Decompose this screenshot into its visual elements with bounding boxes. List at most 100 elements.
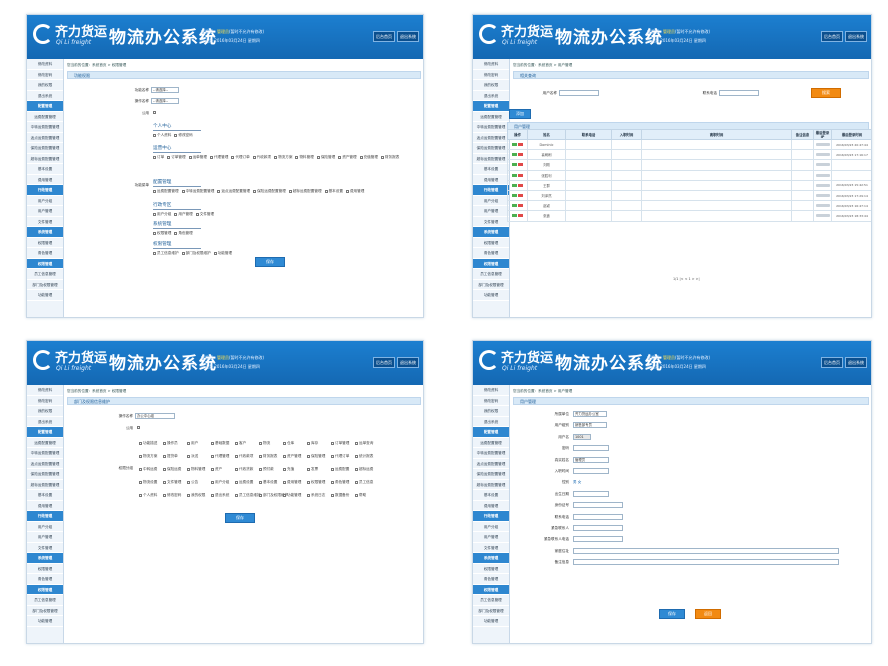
perm-checkbox[interactable] <box>163 493 166 497</box>
exit-button[interactable]: 退出系统 <box>397 357 419 368</box>
menu-item-checkbox[interactable] <box>181 189 185 193</box>
perm-checkbox[interactable] <box>307 480 310 484</box>
perm-checkbox[interactable] <box>355 454 358 458</box>
perm-item[interactable]: 客户 <box>235 441 246 446</box>
menu-item[interactable]: 运费配置管理 <box>153 189 179 193</box>
perm-item[interactable]: 操作员 <box>163 441 178 446</box>
remark-input[interactable] <box>573 559 839 566</box>
menu-item-checkbox[interactable] <box>288 189 292 193</box>
perm-checkbox[interactable] <box>235 480 238 484</box>
perm-checkbox[interactable] <box>283 441 286 445</box>
sidebar-item[interactable]: 用户分组 <box>27 522 63 532</box>
name-input[interactable]: 管理员 <box>573 456 609 463</box>
menu-item[interactable]: 中转运费配置管理 <box>181 189 214 193</box>
join-input[interactable] <box>573 468 609 474</box>
save-button[interactable]: 保存 <box>659 609 685 619</box>
perm-item[interactable]: 超标运费 <box>355 467 373 472</box>
sidebar-item[interactable]: 文件管理 <box>473 543 509 553</box>
perm-checkbox[interactable] <box>187 467 190 471</box>
perm-item[interactable]: 退出系统 <box>211 493 229 498</box>
home-button[interactable]: 后台首页 <box>373 357 395 368</box>
menu-item[interactable]: 代理管理 <box>209 155 228 159</box>
op-name-select[interactable]: 办公中心组 <box>135 413 175 419</box>
delete-icon[interactable] <box>518 163 523 167</box>
sidebar-item[interactable]: 保险运费配置管理 <box>27 143 63 154</box>
pwd-input[interactable] <box>573 445 609 452</box>
perm-item[interactable]: 资产管理 <box>283 454 301 459</box>
perm-item[interactable]: 修改密码 <box>163 493 181 498</box>
menu-item[interactable]: 物料管理 <box>295 155 314 159</box>
perm-checkbox[interactable] <box>259 493 262 497</box>
menu-item-checkbox[interactable] <box>274 155 278 159</box>
perm-item[interactable]: 订单管理 <box>331 441 349 446</box>
perm-checkbox[interactable] <box>235 441 238 445</box>
home-button[interactable]: 后台首页 <box>821 31 843 42</box>
sidebar-item[interactable]: 修改资料 <box>473 385 509 396</box>
menu-item[interactable]: 资产管理 <box>338 155 357 159</box>
perm-checkbox[interactable] <box>187 441 190 445</box>
sidebar-item[interactable]: 中转运费配置管理 <box>27 122 63 133</box>
menu-item[interactable]: 基本设置 <box>324 189 343 193</box>
sidebar-item[interactable]: 费用管理 <box>473 175 509 185</box>
sidebar-item[interactable]: 功能管理 <box>27 290 63 301</box>
perm-checkbox[interactable] <box>259 454 262 458</box>
sidebar-item[interactable]: 基本设置 <box>473 490 509 501</box>
menu-item[interactable]: 费用管理 <box>345 189 364 193</box>
edit-icon[interactable] <box>512 204 517 208</box>
menu-item-checkbox[interactable] <box>174 212 178 216</box>
perm-item[interactable]: 基础数据 <box>211 441 229 446</box>
menu-item[interactable]: 权限管理 <box>153 231 171 235</box>
home-button[interactable]: 后台首页 <box>821 357 843 368</box>
sidebar-item[interactable]: 保险运费配置管理 <box>473 469 509 480</box>
sidebar-item[interactable]: 角色管理 <box>27 574 63 585</box>
perm-checkbox[interactable] <box>187 480 190 484</box>
perm-checkbox[interactable] <box>139 467 142 471</box>
menu-item-checkbox[interactable] <box>345 189 349 193</box>
menu-item[interactable]: 员工信息维护 <box>153 251 179 255</box>
home-button[interactable]: 后台首页 <box>373 31 395 42</box>
public-checkbox[interactable] <box>137 426 140 429</box>
sidebar-item[interactable]: 中转运费配置管理 <box>473 122 509 133</box>
sidebar-item[interactable]: 费用管理 <box>473 501 509 511</box>
edit-icon[interactable] <box>512 214 517 218</box>
perm-item[interactable]: 用户 <box>187 441 198 446</box>
sidebar-item[interactable]: 运费配置管理 <box>27 438 63 448</box>
perm-item[interactable]: 代收款项 <box>235 454 253 459</box>
perm-checkbox[interactable] <box>163 480 166 484</box>
sidebar-item[interactable]: 超标运费配置管理 <box>27 480 63 490</box>
perm-item[interactable]: 库存 <box>307 441 318 446</box>
menu-item-checkbox[interactable] <box>209 155 213 159</box>
perm-checkbox[interactable] <box>211 441 214 445</box>
perm-item[interactable]: 仓库 <box>283 441 294 446</box>
menu-item[interactable]: 功能管理 <box>213 251 232 255</box>
perm-item[interactable]: 角色管理 <box>331 480 349 485</box>
menu-item[interactable]: 个人资料 <box>153 133 171 137</box>
perm-checkbox[interactable] <box>211 480 214 484</box>
menu-item-checkbox[interactable] <box>195 212 199 216</box>
sidebar-item[interactable]: 运费配置管理 <box>27 112 63 122</box>
perm-item[interactable]: 功能描述 <box>139 441 157 446</box>
menu-item-checkbox[interactable] <box>181 251 185 255</box>
menu-item-checkbox[interactable] <box>213 251 217 255</box>
menu-item-checkbox[interactable] <box>188 155 192 159</box>
sidebar-item[interactable]: 用户分组 <box>27 196 63 206</box>
menu-item-checkbox[interactable] <box>153 155 156 159</box>
sidebar-item[interactable]: 保险运费配置管理 <box>27 469 63 480</box>
menu-item-checkbox[interactable] <box>217 189 221 193</box>
delete-icon[interactable] <box>518 173 523 177</box>
sidebar-item[interactable]: 中转运费配置管理 <box>27 448 63 459</box>
sidebar-item[interactable]: 功能管理 <box>473 290 509 301</box>
perm-item[interactable]: 物流方案 <box>139 454 157 459</box>
sidebar-item[interactable]: 权限管理 <box>473 238 509 248</box>
perm-item[interactable]: 功能管理 <box>283 493 301 498</box>
group-select[interactable]: 销售部专员 <box>573 422 607 429</box>
sidebar-item[interactable]: 基本设置 <box>27 164 63 175</box>
sidebar-item[interactable]: 部门及权限管理 <box>27 606 63 616</box>
sidebar-item[interactable]: 修改资料 <box>27 59 63 70</box>
edit-icon[interactable] <box>512 173 517 177</box>
perm-checkbox[interactable] <box>283 493 286 497</box>
perm-checkbox[interactable] <box>139 480 142 484</box>
perm-checkbox[interactable] <box>355 480 358 484</box>
exit-button[interactable]: 退出系统 <box>845 357 867 368</box>
sidebar-item[interactable]: 我的权限 <box>27 406 63 417</box>
